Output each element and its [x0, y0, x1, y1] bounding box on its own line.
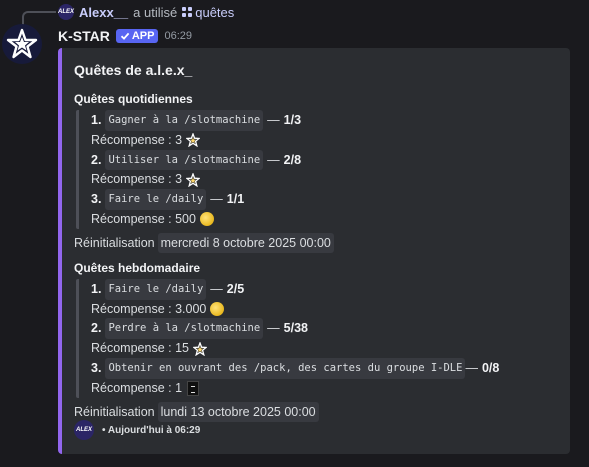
- quest-separator: —: [267, 113, 280, 127]
- quest-line: 3. Obtenir en ouvrant des /pack, des car…: [91, 357, 554, 379]
- daily-quests-list: 1. Gagner à la /slotmachine — 1/3 Récomp…: [76, 110, 554, 229]
- quest-progress: 5/38: [283, 321, 308, 336]
- weekly-quests-title: Quêtes hebdomadaire: [74, 260, 201, 275]
- daily-quests-title: Quêtes quotidiennes: [74, 92, 193, 106]
- quest-reward: Récompense : 3: [91, 131, 554, 150]
- reply-command[interactable]: quêtes: [182, 5, 234, 20]
- reward-label: Récompense : 500: [91, 211, 196, 226]
- reward-label: Récompense : 3: [91, 172, 183, 187]
- quest-line: 1. Gagner à la /slotmachine — 1/3: [91, 110, 554, 131]
- reward-label: Récompense : 1: [91, 380, 183, 395]
- card-icon: [187, 380, 200, 396]
- quest-reward: Récompense : 3: [91, 170, 554, 189]
- quest-line: 2. Perdre à la /slotmachine — 5/38: [91, 318, 554, 340]
- quest-number: 3.: [91, 360, 102, 375]
- reset-label: Réinitialisation: [74, 235, 155, 250]
- quest-task: Utiliser la /slotmachine: [105, 149, 264, 171]
- embed-title: Quêtes de a.l.e.x_: [74, 62, 193, 78]
- quest-reward: Récompense : 1: [91, 379, 554, 398]
- quest-separator: —: [210, 281, 223, 296]
- app-badge: APP: [115, 29, 159, 43]
- star-logo-icon: [6, 28, 38, 59]
- weekly-quests-section: Quêtes hebdomadaire 1. Faire le /daily —…: [74, 261, 554, 422]
- quest-number: 3.: [91, 192, 102, 207]
- quest-line: 2. Utiliser la /slotmachine — 2/8: [91, 149, 554, 171]
- daily-reset: Réinitialisation mercredi 8 octobre 2025…: [74, 232, 554, 253]
- quest-number: 1.: [91, 113, 102, 127]
- reply-connector: [22, 11, 56, 25]
- reset-timestamp[interactable]: lundi 13 octobre 2025 00:00: [157, 401, 319, 422]
- weekly-quests-list: 1. Faire le /daily — 2/5 Récompense : 3.…: [76, 278, 554, 398]
- bot-avatar[interactable]: [2, 24, 42, 64]
- app-command-icon: [182, 7, 193, 17]
- quest-embed: Quêtes de a.l.e.x_ Quêtes quotidiennes 1…: [58, 48, 570, 454]
- reset-label: Réinitialisation: [74, 404, 155, 419]
- embed-footer: ALEX • Aujourd'hui à 06:29: [74, 420, 200, 440]
- reward-label: Récompense : 3: [91, 132, 183, 147]
- bot-name[interactable]: K-STAR: [58, 28, 110, 44]
- coin-icon: [210, 301, 225, 316]
- reward-label: Récompense : 3.000: [91, 301, 207, 316]
- quest-separator: —: [210, 192, 223, 207]
- quest-progress: 1/3: [283, 113, 302, 127]
- reply-command-name: quêtes: [195, 4, 235, 20]
- quest-separator: —: [267, 321, 280, 336]
- quest-task: Gagner à la /slotmachine: [105, 110, 264, 131]
- quest-line: 1. Faire le /daily — 2/5: [91, 278, 554, 300]
- coin-icon: [199, 212, 214, 227]
- daily-quests-section: Quêtes quotidiennes 1. Gagner à la /slot…: [74, 92, 554, 253]
- star-icon: [186, 133, 201, 148]
- quest-progress: 1/1: [226, 192, 245, 207]
- quest-reward: Récompense : 3.000: [91, 300, 554, 319]
- reset-timestamp[interactable]: mercredi 8 octobre 2025 00:00: [157, 232, 334, 253]
- reply-username[interactable]: Alexx__: [79, 5, 128, 20]
- star-icon: [192, 341, 207, 356]
- command-reply-header: ALEX Alexx__ a utilisé quêtes: [58, 4, 234, 20]
- quest-number: 1.: [91, 281, 102, 296]
- quest-separator: —: [267, 152, 280, 167]
- quest-progress: 0/8: [481, 360, 500, 375]
- reward-label: Récompense : 15: [91, 341, 189, 356]
- message-header: K-STAR APP 06:29: [58, 26, 192, 46]
- weekly-reset: Réinitialisation lundi 13 octobre 2025 0…: [74, 401, 554, 422]
- quest-number: 2.: [91, 152, 102, 167]
- quest-line: 3. Faire le /daily — 1/1: [91, 189, 554, 210]
- quest-progress: 2/8: [283, 152, 302, 167]
- footer-avatar: ALEX: [74, 420, 94, 440]
- quest-separator: —: [465, 360, 478, 375]
- quest-reward: Récompense : 15: [91, 339, 554, 358]
- quest-progress: 2/5: [226, 281, 245, 296]
- footer-timestamp: • Aujourd'hui à 06:29: [102, 424, 201, 436]
- quest-task: Perdre à la /slotmachine: [105, 318, 264, 340]
- reply-action-text: a utilisé: [133, 4, 178, 20]
- reply-avatar[interactable]: ALEX: [58, 4, 74, 20]
- checkmark-icon: [120, 32, 130, 40]
- app-badge-label: APP: [131, 30, 155, 42]
- quest-number: 2.: [91, 321, 102, 336]
- quest-task: Obtenir en ouvrant des /pack, des cartes…: [105, 357, 466, 379]
- quest-reward: Récompense : 500: [91, 210, 554, 229]
- message-timestamp[interactable]: 06:29: [164, 30, 192, 42]
- star-icon: [186, 172, 201, 187]
- quest-task: Faire le /daily: [105, 189, 207, 210]
- quest-task: Faire le /daily: [105, 278, 207, 300]
